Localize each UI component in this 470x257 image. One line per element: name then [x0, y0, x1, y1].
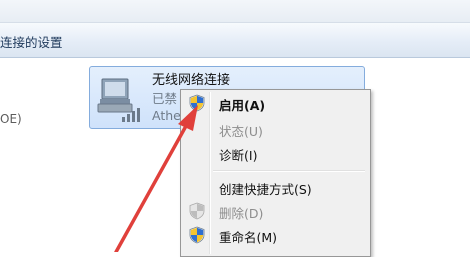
menu-item-label: 重命名(M) — [219, 230, 278, 245]
network-adapter-icon — [97, 78, 140, 122]
partial-adapter-text: OE) — [0, 112, 22, 126]
window-top-strip — [0, 0, 470, 23]
menu-item-label: 创建快捷方式(S) — [219, 182, 312, 197]
command-bar-title: 连接的设置 — [0, 35, 63, 50]
context-menu: 启用(A) 状态(U) 诊断(I) 创建快捷方式(S) 删除(D) 重命名(M) — [180, 89, 371, 257]
menu-separator — [213, 170, 365, 172]
menu-item-label: 诊断(I) — [219, 148, 258, 163]
command-bar: 连接的设置 — [0, 23, 470, 58]
menu-item-label: 启用(A) — [219, 98, 266, 113]
menu-item-label: 删除(D) — [219, 206, 264, 221]
uac-shield-icon — [189, 226, 205, 244]
menu-item-label: 状态(U) — [219, 124, 263, 139]
menu-item-rename[interactable]: 重命名(M) — [183, 224, 368, 246]
uac-shield-icon — [189, 94, 205, 112]
connection-name: 无线网络连接 — [152, 73, 231, 88]
menu-item-status[interactable]: 状态(U) — [183, 118, 368, 140]
connection-status: 已禁 — [152, 91, 178, 106]
uac-shield-icon — [189, 202, 205, 220]
menu-item-delete[interactable]: 删除(D) — [183, 200, 368, 222]
menu-item-diagnose[interactable]: 诊断(I) — [183, 142, 368, 164]
menu-item-enable[interactable]: 启用(A) — [183, 92, 368, 114]
menu-item-create-shortcut[interactable]: 创建快捷方式(S) — [183, 176, 368, 198]
connection-adapter: Athe — [152, 108, 181, 123]
